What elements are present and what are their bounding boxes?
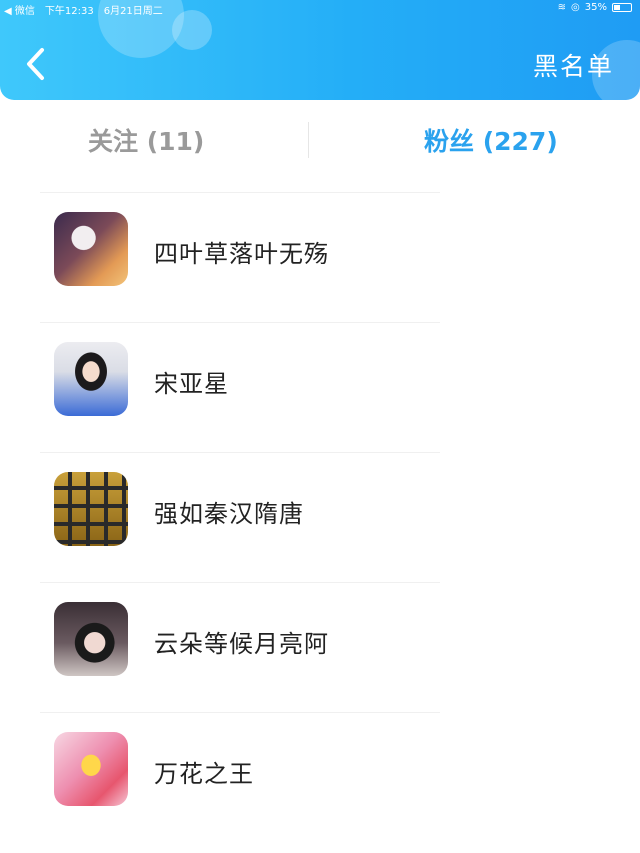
blacklist-button[interactable]: 黑名单 [533, 47, 614, 83]
tab-following[interactable]: 关注 (11) [88, 122, 204, 158]
user-name: 强如秦汉隋唐 [154, 500, 304, 528]
user-name: 万花之王 [154, 760, 254, 788]
user-name: 宋亚星 [154, 370, 229, 398]
user-name: 四叶草落叶无殇 [154, 240, 329, 268]
tab-bar: 关注 (11) 粉丝 (227) [0, 100, 640, 180]
avatar [54, 732, 128, 806]
list-item[interactable]: 宋亚星 [0, 322, 640, 452]
battery-icon [612, 3, 632, 12]
battery-percent: 35% [584, 2, 607, 13]
status-bar: ◀ 微信 下午12:33 6月21日周二 ≋ ◎ 35% [0, 0, 640, 17]
user-name: 云朵等候月亮阿 [154, 630, 329, 658]
list-item[interactable]: 四叶草落叶无殇 [0, 192, 640, 322]
back-button[interactable] [18, 44, 52, 84]
avatar [54, 472, 128, 546]
avatar [54, 212, 128, 286]
avatar [54, 602, 128, 676]
tab-fans[interactable]: 粉丝 (227) [424, 122, 558, 158]
status-date: 6月21日周二 [103, 6, 163, 17]
chevron-left-icon [27, 48, 44, 80]
wifi-icon: ≋ [557, 2, 567, 13]
list-item[interactable]: 云朵等候月亮阿 [0, 582, 640, 712]
status-carrier: ◀ 微信 [4, 6, 35, 17]
status-time: 下午12:33 [44, 6, 94, 17]
orientation-lock-icon: ◎ [571, 2, 580, 13]
tab-divider [308, 122, 309, 158]
list-item[interactable]: 强如秦汉隋唐 [0, 452, 640, 582]
decor-bubble [172, 10, 212, 50]
list-item[interactable]: 万花之王 [0, 712, 640, 842]
avatar [54, 342, 128, 416]
header-bar: ◀ 微信 下午12:33 6月21日周二 ≋ ◎ 35% 黑名单 [0, 0, 640, 100]
